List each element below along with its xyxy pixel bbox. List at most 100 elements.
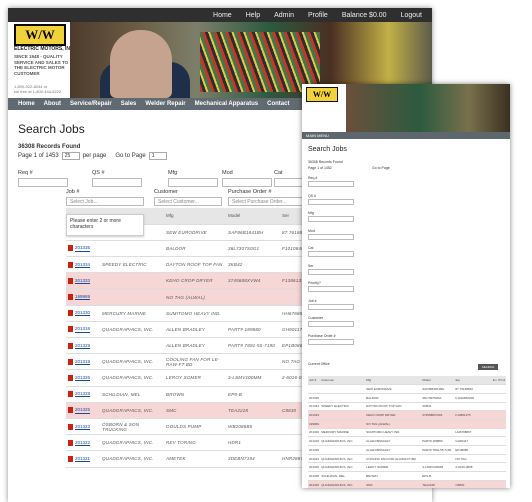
- pdf-icon[interactable]: [68, 455, 73, 462]
- mobile-filter-input[interactable]: [308, 251, 354, 257]
- job-cell[interactable]: 201329: [66, 337, 100, 355]
- job-cell[interactable]: 201333: [66, 272, 100, 290]
- job-cell[interactable]: 201318: [66, 321, 100, 339]
- mobile-table-row[interactable]: 201334 SPEEDY ELECTRIC DAYTON ROOF TOP FAN…: [308, 402, 506, 412]
- mobile-filter-input[interactable]: [308, 338, 354, 345]
- pdf-icon[interactable]: [68, 407, 73, 414]
- mobile-col-header[interactable]: PO #: [497, 376, 506, 386]
- pdf-icon[interactable]: [68, 261, 73, 268]
- qs-input[interactable]: [92, 178, 142, 187]
- mobile-table-row[interactable]: 201335 BALDOR 36L7307S0G1 F1010840309: [308, 393, 506, 403]
- per-page-select[interactable]: 25: [61, 152, 80, 160]
- mobile-table-row[interactable]: 201319 QUADGRAPHICS, INC. COOLING FAN FOR …: [308, 454, 506, 464]
- nav-home[interactable]: Home: [213, 12, 232, 19]
- mobile-table-row[interactable]: 201318 QUADGRAPHICS, INC. ALLEN BRADLEY PAR…: [308, 436, 506, 446]
- mobile-job-cell[interactable]: 201334: [308, 402, 321, 412]
- pdf-icon[interactable]: [68, 326, 73, 333]
- po-input[interactable]: Select Purchase Order...: [228, 197, 304, 206]
- mobile-job-cell[interactable]: [308, 384, 321, 394]
- req-input[interactable]: [18, 178, 68, 187]
- mobile-filter-input[interactable]: [308, 286, 354, 292]
- mainnav-sales[interactable]: Sales: [121, 101, 137, 107]
- mod-input[interactable]: [222, 178, 272, 187]
- mobile-job-cell[interactable]: 201328: [308, 471, 321, 481]
- mobile-job-cell[interactable]: 201329: [308, 445, 321, 455]
- job-cell[interactable]: 201319: [66, 353, 100, 371]
- col-model[interactable]: Model: [226, 208, 280, 225]
- mainnav-about[interactable]: About: [44, 101, 61, 107]
- mainnav-welder[interactable]: Welder Repair: [145, 101, 185, 107]
- mainnav-contact[interactable]: Contact: [267, 101, 289, 107]
- mobile-col-header[interactable]: Job #: [308, 376, 321, 386]
- nav-profile[interactable]: Profile: [308, 12, 328, 19]
- cat-input[interactable]: [274, 178, 304, 187]
- mobile-logo[interactable]: W/W: [306, 87, 338, 102]
- col-mfg[interactable]: Mfg: [164, 208, 226, 225]
- job-link[interactable]: 201334: [75, 262, 90, 267]
- job-cell[interactable]: 201330: [66, 305, 100, 322]
- mobile-table-row[interactable]: 201329 ALLEN BRADLEY PART# 7891-55-7190 EP1…: [308, 445, 506, 455]
- mobile-search-button[interactable]: SEARCH: [478, 364, 498, 370]
- mobile-filter-input[interactable]: [308, 198, 354, 205]
- job-cell[interactable]: 201334: [66, 256, 100, 274]
- job-cell[interactable]: 201325: [66, 402, 100, 419]
- job-link[interactable]: 201326: [75, 375, 90, 380]
- mobile-table-row[interactable]: 201325 QUADGRAPHICS, INC. SMC TEA2228 C8830: [308, 480, 506, 488]
- job-link[interactable]: 201329: [75, 343, 90, 348]
- mobile-table-row[interactable]: 199969 NO TAG (ALWAL): [308, 419, 506, 429]
- mainnav-service[interactable]: Service/Repair: [70, 101, 112, 107]
- mobile-col-header[interactable]: Mfg: [365, 376, 422, 386]
- job-link[interactable]: 201333: [75, 278, 90, 283]
- mobile-job-cell[interactable]: 199969: [308, 419, 321, 429]
- nav-balance[interactable]: Balance $0.00: [342, 12, 387, 19]
- mobile-job-cell[interactable]: 201325: [308, 480, 321, 488]
- mobile-filter-input[interactable]: [308, 303, 354, 310]
- mainnav-mechanical[interactable]: Mechanical Apparatus: [195, 101, 258, 107]
- job-link[interactable]: 201322: [75, 440, 90, 445]
- mobile-job-cell[interactable]: 201326: [308, 462, 321, 473]
- mobile-job-cell[interactable]: 201318: [308, 436, 321, 446]
- mobile-menu[interactable]: MAIN MENU: [302, 132, 510, 139]
- job-link[interactable]: 201328: [75, 391, 90, 396]
- job-link[interactable]: 201319: [75, 359, 90, 364]
- pdf-icon[interactable]: [68, 439, 73, 446]
- job-cell[interactable]: 199969: [66, 288, 100, 306]
- job-cell[interactable]: 201323: [66, 418, 100, 436]
- pdf-icon[interactable]: [68, 294, 73, 301]
- nav-admin[interactable]: Admin: [274, 12, 294, 19]
- mobile-job-cell[interactable]: 201319: [308, 454, 321, 464]
- mfg-input[interactable]: [168, 178, 218, 187]
- job-link[interactable]: 201335: [75, 246, 90, 251]
- pdf-icon[interactable]: [68, 310, 73, 317]
- job-link[interactable]: 201325: [75, 408, 90, 413]
- mobile-table-row[interactable]: SEW EURODRIVE SAF86B1841BH 87.76168840: [308, 384, 506, 394]
- mobile-filter-input[interactable]: [308, 216, 354, 222]
- customer-input[interactable]: Select Customer...: [154, 197, 222, 206]
- job-link[interactable]: 201330: [75, 310, 90, 315]
- mobile-col-header[interactable]: Ser: [454, 376, 492, 386]
- pdf-icon[interactable]: [68, 342, 73, 349]
- pdf-icon[interactable]: [68, 277, 73, 284]
- mobile-col-header[interactable]: Customer: [320, 376, 366, 386]
- nav-help[interactable]: Help: [246, 12, 260, 19]
- job-cell[interactable]: 201326: [66, 369, 100, 387]
- goto-page-input[interactable]: 1: [148, 152, 167, 160]
- pdf-icon[interactable]: [68, 374, 73, 381]
- mobile-filter-input[interactable]: [308, 233, 354, 240]
- job-link[interactable]: 199969: [75, 294, 90, 299]
- pdf-icon[interactable]: [68, 358, 73, 365]
- mobile-job-cell[interactable]: 201330: [308, 428, 321, 438]
- mobile-filter-input[interactable]: [308, 181, 354, 187]
- mobile-table-row[interactable]: 201330 MERCURY MARINE SUMITOMO HEAVY IND. H…: [308, 428, 506, 438]
- job-cell[interactable]: 201322: [66, 434, 100, 452]
- job-link[interactable]: 201323: [75, 424, 90, 429]
- nav-logout[interactable]: Logout: [401, 12, 422, 19]
- mobile-col-header[interactable]: Model: [421, 376, 455, 386]
- mobile-table-row[interactable]: 201326 QUADGRAPHICS, INC. LEROY SOMER 3-LSM…: [308, 462, 506, 473]
- job-input[interactable]: Select Job...: [66, 197, 144, 206]
- pdf-icon[interactable]: [68, 391, 73, 398]
- company-logo[interactable]: W/W: [14, 24, 66, 46]
- job-link[interactable]: 201318: [75, 327, 90, 332]
- job-cell[interactable]: 201328: [66, 386, 100, 403]
- mobile-filter-input[interactable]: [308, 268, 354, 275]
